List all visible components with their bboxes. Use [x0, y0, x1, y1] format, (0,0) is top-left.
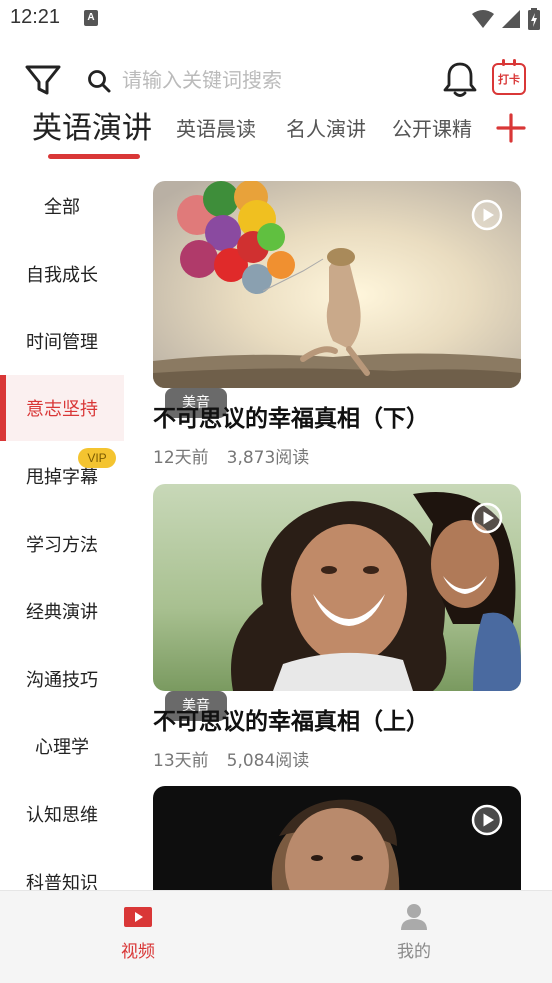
video-age: 12天前: [153, 448, 209, 468]
tab-english-speech[interactable]: 英语演讲: [32, 108, 152, 150]
battery-icon: [528, 8, 540, 30]
video-thumbnail[interactable]: [153, 484, 521, 691]
filter-icon[interactable]: [24, 62, 62, 98]
tab-english-morning-reading[interactable]: 英语晨读: [176, 108, 256, 150]
tab-open-course[interactable]: 公开课精: [392, 108, 472, 150]
nav-video[interactable]: 视频: [78, 903, 198, 973]
video-thumbnail[interactable]: [153, 181, 521, 388]
notification-icon: A: [84, 10, 98, 26]
video-icon: [124, 907, 152, 927]
search-icon[interactable]: [86, 68, 112, 94]
search-input[interactable]: [122, 64, 422, 96]
sidebar-item-self-growth[interactable]: 自我成长: [0, 241, 124, 307]
man-portrait-image: [153, 786, 521, 890]
play-icon[interactable]: [471, 502, 503, 534]
video-thumbnail[interactable]: [153, 786, 521, 890]
vip-badge: VIP: [78, 448, 116, 468]
signal-icon: [502, 10, 520, 28]
video-meta: 12天前 3,873阅读: [153, 443, 309, 468]
video-title[interactable]: 不可思议的幸福真相（上）: [153, 702, 429, 736]
sidebar-item-communication[interactable]: 沟通技巧: [0, 646, 124, 712]
play-icon[interactable]: [471, 804, 503, 836]
nav-mine-label: 我的: [397, 942, 431, 962]
video-reads: 3,873阅读: [226, 448, 310, 468]
video-meta: 13天前 5,084阅读: [153, 746, 309, 771]
person-icon: [401, 904, 427, 930]
bottom-nav: 视频 我的: [0, 890, 552, 983]
nav-mine[interactable]: 我的: [354, 903, 474, 973]
wifi-icon: [472, 10, 494, 28]
video-title[interactable]: 不可思议的幸福真相（下）: [153, 399, 429, 433]
nav-video-label: 视频: [121, 942, 155, 962]
video-age: 13天前: [153, 751, 209, 771]
video-feed: 美音 不可思议的幸福真相（下） 12天前 3,873阅读 美音 不可思议的幸福真…: [153, 181, 521, 890]
mother-daughter-image: [153, 484, 521, 691]
video-reads: 5,084阅读: [226, 751, 310, 771]
balloons-girl-image: [153, 181, 521, 388]
sidebar-item-cognition[interactable]: 认知思维: [0, 781, 124, 847]
status-time: 12:21: [10, 6, 61, 28]
sidebar-item-time-management[interactable]: 时间管理: [0, 308, 124, 374]
bell-icon[interactable]: [442, 61, 478, 99]
add-tab-icon[interactable]: [496, 113, 526, 143]
sidebar-item-willpower[interactable]: 意志坚持: [0, 375, 124, 441]
sidebar-item-psychology[interactable]: 心理学: [0, 713, 124, 779]
status-icons: [472, 8, 540, 30]
status-bar: 12:21 A: [0, 0, 552, 38]
sidebar-item-study-methods[interactable]: 学习方法: [0, 511, 124, 577]
sidebar: 全部 自我成长 时间管理 意志坚持 甩掉字幕 学习方法 经典演讲 沟通技巧 心理…: [0, 172, 124, 894]
sidebar-item-all[interactable]: 全部: [0, 173, 124, 239]
tab-celebrity-speech[interactable]: 名人演讲: [286, 108, 366, 150]
sidebar-item-classic-speeches[interactable]: 经典演讲: [0, 578, 124, 644]
play-icon[interactable]: [471, 199, 503, 231]
checkin-button[interactable]: 打卡: [492, 59, 526, 95]
tab-indicator: [48, 154, 140, 159]
